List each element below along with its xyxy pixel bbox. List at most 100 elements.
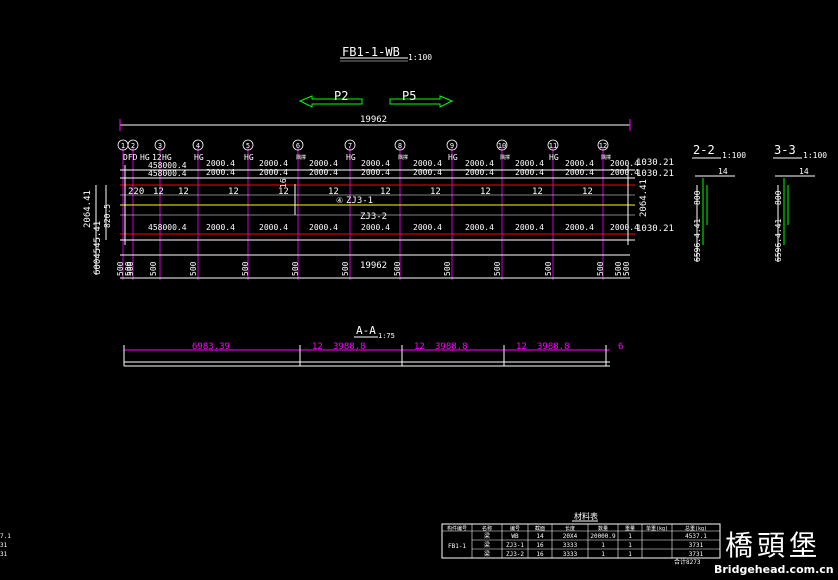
zj-label-2: ZJ3-2 [360,212,387,222]
aa-dim-6: 3988.8 [537,342,570,352]
table-cell: 20X4 [563,533,578,540]
spacing-label: 12 [380,187,391,197]
section33-v2: 6596.4.41 [774,218,783,262]
spacing-label: 12 [153,187,164,197]
arrow-left-icon [298,95,363,108]
table-cell: 1 [628,542,632,549]
spacing-first: 220 [128,187,144,197]
top-overall-dimension: 19962 [119,115,631,131]
aa-dim-0: 6983.39 [192,342,230,352]
table-cell: 梁 [484,532,490,540]
right-elevations: 1030.21 1030.21 1030.21 2064.41 [636,158,674,234]
table-cell: 3333 [563,551,578,558]
table-cell: 20000.9 [590,533,616,540]
table-header-cell: 名称 [482,525,492,532]
bottom-dim: 2000.4 [465,223,494,232]
hg-label: HG [549,153,559,162]
axis-label: 8 [398,142,402,150]
top-dim-2: 2000.4 [361,168,390,177]
top-elevation-2: 1030.21 [636,169,674,179]
hg-label: HG [448,153,458,162]
bottom-dim: 2000.4 [413,223,442,232]
table-cell: 4537.1 [685,533,707,540]
brace-mark: 隅撑 [500,154,510,161]
top-dim: 2000.4 [610,159,639,168]
bottom-500: 500 [393,261,402,276]
axis-label: 6 [296,142,300,150]
bottom-500: 500 [341,261,350,276]
bottom-dim: 2000.4 [610,223,639,232]
watermark-url: Bridgehead.com.cn [714,563,834,576]
plan-body [120,165,635,245]
section33-dim: 14 [799,167,809,176]
table-cell: 1 [628,551,632,558]
section-a-a: A-A 1:75 6983.39 12 3988.8 12 3988.8 12 … [123,324,623,367]
axis-label: 4 [196,142,200,150]
top-dim-2: 2000.4 [515,168,544,177]
table-cell: ZJ3-2 [506,551,524,558]
brace-mark: 隅撑 [296,154,306,161]
table-cell: 梁 [484,550,490,558]
hg-label: HG [194,153,204,162]
table-header-cell: 数量 [598,525,608,532]
axis-label: 11 [549,142,557,150]
section22-dim: 14 [718,167,728,176]
spacing-label: 12 [582,187,593,197]
bottom-dim: 2000.4 [206,223,235,232]
table-cell: 14 [536,533,544,540]
axis-label: 9 [450,142,454,150]
axis-label: 12 [599,142,607,150]
bottom-500: 500 [291,261,300,276]
top-dim: 2000.4 [206,159,235,168]
material-table: 材料表 构件编号 名称 编号 截面 长度 数量 重量 单重(kg) 总重(kg) FB1-1 梁 WB… [0,511,721,566]
table-cell: 4537.1 [0,533,11,540]
axis-label: 2 [131,142,135,150]
top-dim-2: 2000.4 [465,168,494,177]
section22-scale: 1:100 [722,151,746,160]
drawing-scale: 1:100 [408,53,432,62]
top-total-length: 19962 [360,115,387,125]
arrow-right-icon [389,95,454,108]
aa-dim-4: 3988.8 [435,342,468,352]
table-cell: ZJ3-1 [506,542,524,549]
spacing-label: 12 [430,187,441,197]
section22-title: 2-2 [693,143,715,157]
top-dim: 2000.4 [259,159,288,168]
top-dim-2: 2000.4 [610,168,639,177]
top-elevation: 1030.21 [636,158,674,168]
bottom-500: 500 [596,261,605,276]
table-cell: 16 [536,551,544,558]
table-cell: 3731 [689,542,704,549]
table-cell: WB [511,533,519,540]
drawing-title: FB1-1-WB [342,45,400,59]
aa-dim-7: 6 [618,342,623,352]
table-header-cell: 截面 [535,525,545,532]
bottom-500: 500 [443,261,452,276]
bottom-500: 500 [493,261,502,276]
spacing-label: 12 [480,187,491,197]
table-cell: 3731 [0,542,8,549]
top-dim: 2000.4 [515,159,544,168]
bottom-500: 500 [149,261,158,276]
bottom-500: 500 [614,261,623,276]
marker-16: 16 [279,178,288,188]
left-vertical-dim-2: 6004545.41 [93,221,103,275]
start-dim-mid: 458000.4 [148,169,187,178]
aa-dim-2: 3988.8 [333,342,366,352]
table-header-cell: 编号 [510,525,520,532]
section22-v2: 6596.4.41 [693,218,702,262]
bottom-500: 500 [544,261,553,276]
section33-v1: 800 [774,190,783,205]
table-title: 材料表 [574,511,598,521]
spacing-label: 12 [532,187,543,197]
top-dim: 2000.4 [565,159,594,168]
axis-label: 7 [348,142,352,150]
title-block: FB1-1-WB 1:100 [340,45,432,62]
table-cell: 3333 [563,542,578,549]
hg-label: HG [346,153,356,162]
top-dim: 2000.4 [413,159,442,168]
section33-scale: 1:100 [803,151,827,160]
top-dim-2: 2000.4 [259,168,288,177]
bottom-dim: 2000.4 [361,223,390,232]
section33-title: 3-3 [774,143,796,157]
